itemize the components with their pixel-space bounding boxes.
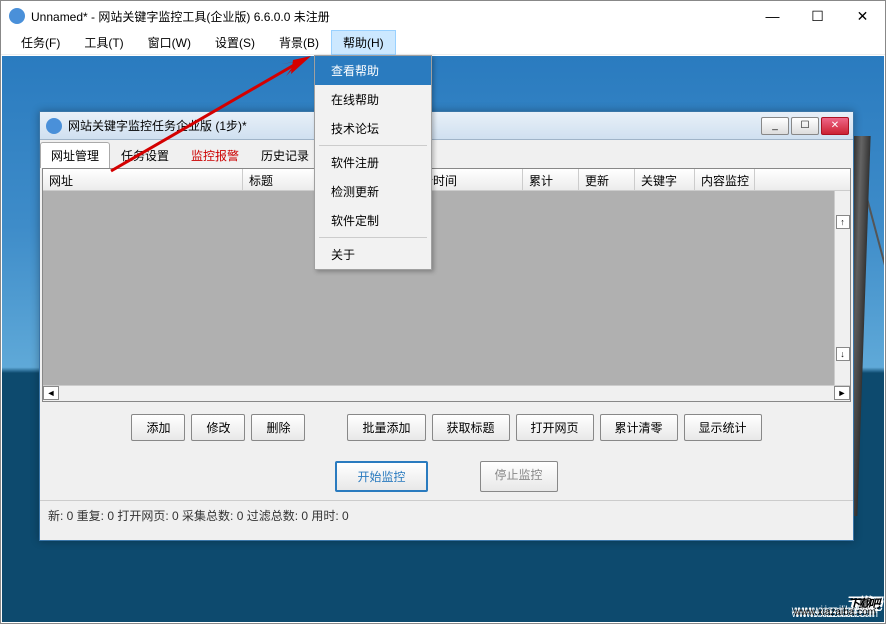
inner-close-button[interactable]: ✕ [821,117,849,135]
help-dropdown: 查看帮助 在线帮助 技术论坛 软件注册 检测更新 软件定制 关于 [314,55,432,270]
grid-vscroll[interactable]: ↑ ↓ [834,191,850,385]
watermark-url: www.xiazaiba.com [794,607,876,618]
col-cumulative[interactable]: 累计 [523,169,579,190]
modify-button[interactable]: 修改 [191,414,245,441]
start-monitor-button[interactable]: 开始监控 [335,461,427,492]
col-url[interactable]: 网址 [43,169,243,190]
inner-window-controls: _ ☐ ✕ [761,117,853,135]
add-button[interactable]: 添加 [131,414,185,441]
batch-add-button[interactable]: 批量添加 [347,414,425,441]
reset-count-button[interactable]: 累计清零 [600,414,678,441]
button-row-1: 添加 修改 删除 批量添加 获取标题 打开网页 累计清零 显示统计 [40,402,853,449]
menu-check-update[interactable]: 检测更新 [315,177,431,206]
watermark: 下载吧 www.xiazaiba.com [848,579,878,616]
scroll-up-icon[interactable]: ↑ [836,215,850,229]
inner-app-icon [46,118,62,134]
inner-maximize-button[interactable]: ☐ [791,117,819,135]
menu-customize[interactable]: 软件定制 [315,206,431,235]
menu-register[interactable]: 软件注册 [315,148,431,177]
menu-help[interactable]: 帮助(H) [331,30,396,55]
grid-header: 网址 标题 区 更新时间 累计 更新 关键字 内容监控 [43,169,850,191]
tab-monitor-alarm[interactable]: 监控报警 [180,142,250,168]
col-keyword[interactable]: 关键字 [635,169,695,190]
menu-about[interactable]: 关于 [315,240,431,269]
scroll-down-icon[interactable]: ↓ [836,347,850,361]
url-grid: 网址 标题 区 更新时间 累计 更新 关键字 内容监控 ↑ ↓ ◄ ► [42,168,851,402]
delete-button[interactable]: 删除 [251,414,305,441]
scroll-left-icon[interactable]: ◄ [43,386,59,400]
window-title: Unnamed* - 网站关键字监控工具(企业版) 6.6.0.0 未注册 [31,8,750,25]
get-title-button[interactable]: 获取标题 [432,414,510,441]
inner-tabs: 网址管理 任务设置 监控报警 历史记录 [40,142,853,168]
scroll-right-icon[interactable]: ► [834,386,850,400]
menu-separator [319,237,427,238]
tab-url-manage[interactable]: 网址管理 [40,142,110,168]
menu-tools[interactable]: 工具(T) [72,30,135,55]
menubar: 任务(F) 工具(T) 窗口(W) 设置(S) 背景(B) 帮助(H) [1,31,885,55]
inner-titlebar: 网站关键字监控任务企业版 (1步)* _ ☐ ✕ [40,112,853,140]
menu-separator [319,145,427,146]
col-update[interactable]: 更新 [579,169,635,190]
tab-history[interactable]: 历史记录 [250,142,320,168]
grid-hscroll[interactable]: ◄ ► [43,385,850,401]
statusbar: 新: 0 重复: 0 打开网页: 0 采集总数: 0 过滤总数: 0 用时: 0 [40,500,853,530]
open-page-button[interactable]: 打开网页 [516,414,594,441]
main-window: Unnamed* - 网站关键字监控工具(企业版) 6.6.0.0 未注册 — … [0,0,886,624]
close-button[interactable]: ✕ [840,2,885,30]
menu-view-help[interactable]: 查看帮助 [315,56,431,85]
menu-settings[interactable]: 设置(S) [203,30,267,55]
show-stats-button[interactable]: 显示统计 [684,414,762,441]
col-content-monitor[interactable]: 内容监控 [695,169,755,190]
menu-online-help[interactable]: 在线帮助 [315,85,431,114]
button-row-2: 开始监控 停止监控 [40,449,853,500]
app-icon [9,8,25,24]
window-controls: — ☐ ✕ [750,2,885,30]
menu-background[interactable]: 背景(B) [267,30,331,55]
menu-task[interactable]: 任务(F) [9,30,72,55]
inner-minimize-button[interactable]: _ [761,117,789,135]
titlebar: Unnamed* - 网站关键字监控工具(企业版) 6.6.0.0 未注册 — … [1,1,885,31]
maximize-button[interactable]: ☐ [795,2,840,30]
inner-window: 网站关键字监控任务企业版 (1步)* _ ☐ ✕ 网址管理 任务设置 监控报警 … [39,111,854,541]
stop-monitor-button[interactable]: 停止监控 [480,461,558,492]
tab-task-settings[interactable]: 任务设置 [110,142,180,168]
menu-window[interactable]: 窗口(W) [136,30,203,55]
minimize-button[interactable]: — [750,2,795,30]
menu-tech-forum[interactable]: 技术论坛 [315,114,431,143]
desktop-area: 网站关键字监控任务企业版 (1步)* _ ☐ ✕ 网址管理 任务设置 监控报警 … [2,56,884,622]
grid-body [43,191,834,385]
